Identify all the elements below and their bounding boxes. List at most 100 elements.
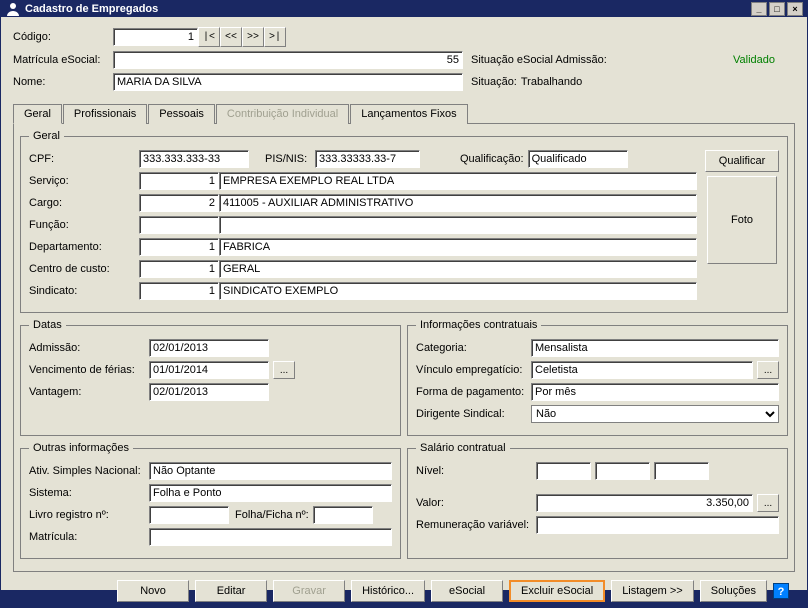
remuneracao-variavel-label: Remuneração variável: bbox=[416, 519, 536, 531]
titlebar: Cadastro de Empregados _ □ × bbox=[1, 1, 807, 17]
folha-ficha-label: Folha/Ficha nº: bbox=[235, 509, 309, 521]
departamento-code-field[interactable]: 1 bbox=[139, 238, 219, 256]
qualificacao-field[interactable]: Qualificado bbox=[528, 150, 628, 168]
window: Cadastro de Empregados _ □ × Código: 1 |… bbox=[0, 0, 808, 591]
cpf-label: CPF: bbox=[29, 153, 139, 165]
cargo-desc-field[interactable]: 411005 - AUXILIAR ADMINISTRATIVO bbox=[219, 194, 697, 212]
simples-nacional-field[interactable]: Não Optante bbox=[149, 462, 392, 480]
valor-field[interactable]: 3.350,00 bbox=[536, 494, 753, 512]
help-icon[interactable]: ? bbox=[773, 583, 789, 599]
codigo-field[interactable]: 1 bbox=[113, 28, 198, 46]
livro-registro-label: Livro registro nº: bbox=[29, 509, 149, 521]
excluir-esocial-button[interactable]: Excluir eSocial bbox=[509, 580, 605, 602]
vencimento-ferias-field[interactable]: 01/01/2014 bbox=[149, 361, 269, 379]
servico-desc-field[interactable]: EMPRESA EXEMPLO REAL LTDA bbox=[219, 172, 697, 190]
vantagem-label: Vantagem: bbox=[29, 386, 149, 398]
dirigente-sindical-select[interactable]: Não bbox=[531, 405, 779, 423]
info-contratuais-legend: Informações contratuais bbox=[416, 319, 541, 331]
salario-group: Salário contratual Nível: Valor: 3.350,0… bbox=[407, 442, 788, 559]
outras-info-legend: Outras informações bbox=[29, 442, 133, 454]
servico-code-field[interactable]: 1 bbox=[139, 172, 219, 190]
novo-button[interactable]: Novo bbox=[117, 580, 189, 602]
salario-legend: Salário contratual bbox=[416, 442, 510, 454]
solucoes-button[interactable]: Soluções bbox=[700, 580, 767, 602]
forma-pagamento-field[interactable]: Por mês bbox=[531, 383, 779, 401]
situacao-esocial-value: Validado bbox=[733, 54, 775, 66]
categoria-field[interactable]: Mensalista bbox=[531, 339, 779, 357]
centro-custo-code-field[interactable]: 1 bbox=[139, 260, 219, 278]
sindicato-label: Sindicato: bbox=[29, 285, 139, 297]
nav-last-button[interactable]: >| bbox=[264, 27, 286, 47]
nivel-field-1[interactable] bbox=[536, 462, 591, 480]
nivel-field-2[interactable] bbox=[595, 462, 650, 480]
minimize-button[interactable]: _ bbox=[751, 2, 767, 16]
situacao-esocial-label: Situação eSocial Admissão: bbox=[471, 54, 607, 66]
qualificacao-label: Qualificação: bbox=[460, 153, 524, 165]
esocial-button[interactable]: eSocial bbox=[431, 580, 503, 602]
servico-label: Serviço: bbox=[29, 175, 139, 187]
geral-group: Geral CPF: 333.333.333-33 PIS/NIS: 333.3… bbox=[20, 130, 788, 313]
gravar-button: Gravar bbox=[273, 580, 345, 602]
nivel-field-3[interactable] bbox=[654, 462, 709, 480]
geral-legend: Geral bbox=[29, 130, 64, 142]
nav-first-button[interactable]: |< bbox=[198, 27, 220, 47]
vinculo-more-button[interactable]: ... bbox=[757, 361, 779, 379]
categoria-label: Categoria: bbox=[416, 342, 531, 354]
funcao-code-field[interactable] bbox=[139, 216, 219, 234]
app-icon bbox=[5, 1, 21, 17]
vantagem-field[interactable]: 02/01/2013 bbox=[149, 383, 269, 401]
datas-legend: Datas bbox=[29, 319, 66, 331]
tab-contribuicao: Contribuição Individual bbox=[216, 104, 349, 124]
centro-custo-desc-field[interactable]: GERAL bbox=[219, 260, 697, 278]
sistema-field[interactable]: Folha e Ponto bbox=[149, 484, 392, 502]
listagem-button[interactable]: Listagem >> bbox=[611, 580, 694, 602]
situacao-value: Trabalhando bbox=[521, 76, 582, 88]
tab-profissionais[interactable]: Profissionais bbox=[63, 104, 147, 124]
valor-more-button[interactable]: ... bbox=[757, 494, 779, 512]
window-title: Cadastro de Empregados bbox=[25, 3, 158, 15]
close-button[interactable]: × bbox=[787, 2, 803, 16]
vencimento-ferias-label: Vencimento de férias: bbox=[29, 364, 149, 376]
vencimento-ferias-more-button[interactable]: ... bbox=[273, 361, 295, 379]
cpf-field[interactable]: 333.333.333-33 bbox=[139, 150, 249, 168]
valor-label: Valor: bbox=[416, 497, 536, 509]
funcao-desc-field[interactable] bbox=[219, 216, 697, 234]
centro-custo-label: Centro de custo: bbox=[29, 263, 139, 275]
situacao-label: Situação: bbox=[471, 76, 517, 88]
folha-ficha-field[interactable] bbox=[313, 506, 373, 524]
tabs: Geral Profissionais Pessoais Contribuiçã… bbox=[13, 103, 795, 124]
sistema-label: Sistema: bbox=[29, 487, 149, 499]
pisnis-field[interactable]: 333.33333.33-7 bbox=[315, 150, 420, 168]
departamento-desc-field[interactable]: FABRICA bbox=[219, 238, 697, 256]
livro-registro-field[interactable] bbox=[149, 506, 229, 524]
funcao-label: Função: bbox=[29, 219, 139, 231]
nome-label: Nome: bbox=[13, 76, 113, 88]
simples-nacional-label: Ativ. Simples Nacional: bbox=[29, 465, 149, 477]
tab-lancamentos[interactable]: Lançamentos Fixos bbox=[350, 104, 467, 124]
nav-prev-button[interactable]: << bbox=[220, 27, 242, 47]
nav-next-button[interactable]: >> bbox=[242, 27, 264, 47]
matricula-field[interactable] bbox=[149, 528, 392, 546]
admissao-field[interactable]: 02/01/2013 bbox=[149, 339, 269, 357]
qualificar-button[interactable]: Qualificar bbox=[705, 150, 779, 172]
nome-field[interactable]: MARIA DA SILVA bbox=[113, 73, 463, 91]
cargo-code-field[interactable]: 2 bbox=[139, 194, 219, 212]
historico-button[interactable]: Histórico... bbox=[351, 580, 425, 602]
remuneracao-variavel-field[interactable] bbox=[536, 516, 779, 534]
tab-geral[interactable]: Geral bbox=[13, 104, 62, 124]
foto-placeholder[interactable]: Foto bbox=[707, 176, 777, 264]
tab-pessoais[interactable]: Pessoais bbox=[148, 104, 215, 124]
matricula-esocial-label: Matrícula eSocial: bbox=[13, 54, 113, 66]
vinculo-field[interactable]: Celetista bbox=[531, 361, 753, 379]
matricula-label: Matrícula: bbox=[29, 531, 149, 543]
content: Código: 1 |< << >> >| Matrícula eSocial:… bbox=[1, 17, 807, 608]
bottom-toolbar: Novo Editar Gravar Histórico... eSocial … bbox=[13, 572, 795, 602]
foto-label: Foto bbox=[731, 214, 753, 226]
sindicato-desc-field[interactable]: SINDICATO EXEMPLO bbox=[219, 282, 697, 300]
maximize-button[interactable]: □ bbox=[769, 2, 785, 16]
codigo-label: Código: bbox=[13, 31, 113, 43]
sindicato-code-field[interactable]: 1 bbox=[139, 282, 219, 300]
matricula-esocial-field[interactable]: 55 bbox=[113, 51, 463, 69]
editar-button[interactable]: Editar bbox=[195, 580, 267, 602]
pisnis-label: PIS/NIS: bbox=[265, 153, 315, 165]
